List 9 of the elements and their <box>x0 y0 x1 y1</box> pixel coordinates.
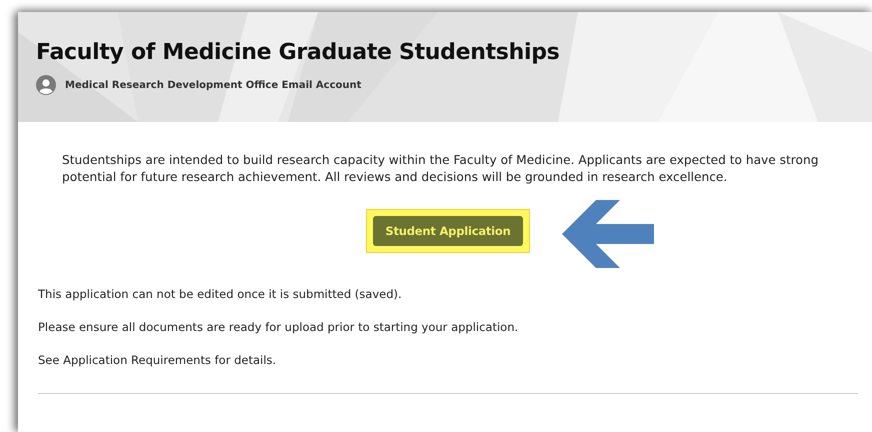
user-avatar-icon <box>36 75 56 95</box>
intro-paragraph: Studentships are intended to build research capacity within the Faculty of Medicine. Applicants are expected to have strong potential for future research achievement. All reviews and decisions will be grounded in research excellence. <box>62 152 820 186</box>
note-text: This application can not be edited once it is submitted (saved). <box>38 287 403 301</box>
student-application-button[interactable]: Student Application <box>373 216 523 246</box>
page-title: Faculty of Medicine Graduate Studentships <box>36 40 560 65</box>
account-name: Medical Research Development Office Email Account <box>65 80 362 90</box>
left-arrow-icon <box>562 200 656 270</box>
note-text: See Application Requirements for details. <box>38 353 278 367</box>
note-text: Please ensure all documents are ready for upload prior to starting your application. <box>38 320 520 334</box>
